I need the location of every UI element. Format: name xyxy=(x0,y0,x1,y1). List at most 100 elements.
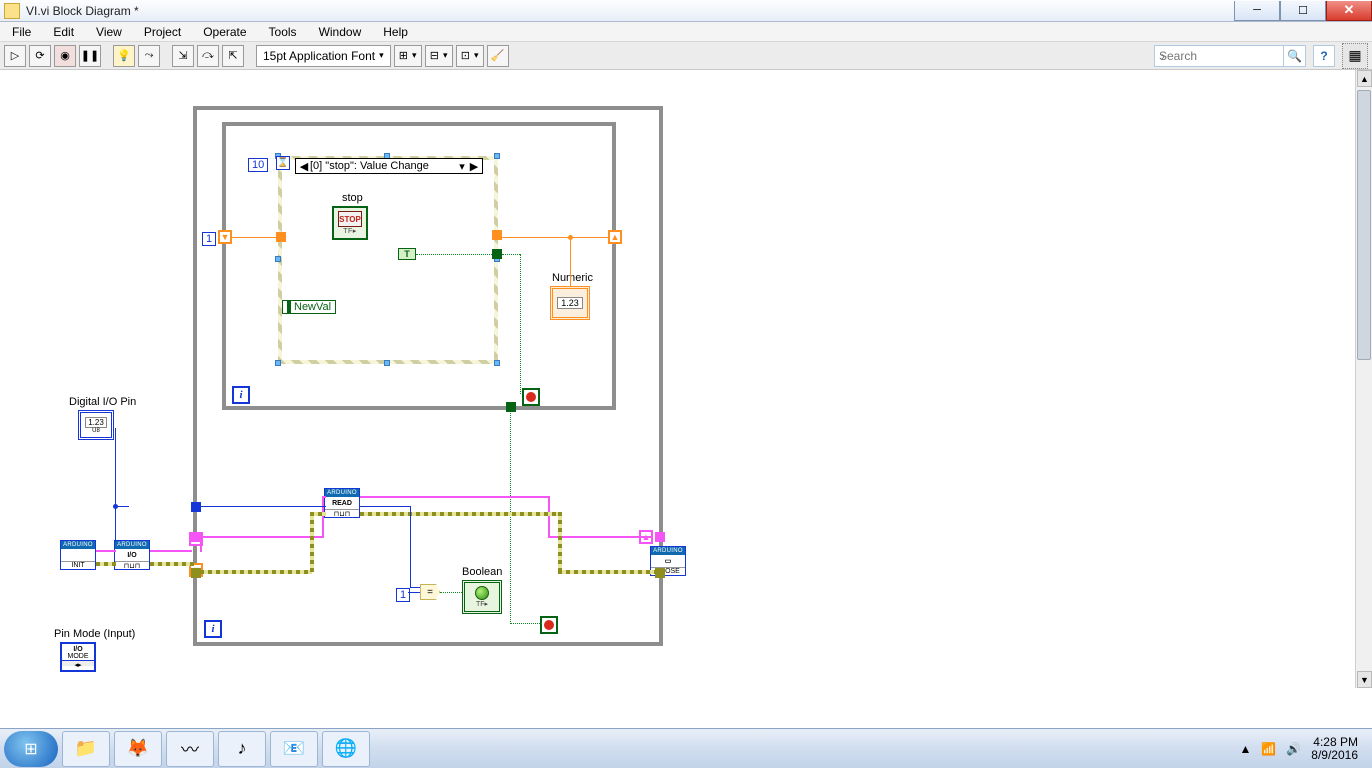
event-newval-terminal[interactable]: NewVal xyxy=(282,300,336,314)
step-out-button[interactable]: ⇱ xyxy=(222,45,244,67)
menu-edit[interactable]: Edit xyxy=(47,24,80,40)
event-timeout-terminal[interactable]: ⌛ xyxy=(276,156,290,170)
start-button[interactable]: ⊞ xyxy=(4,731,58,767)
outer-tunnel-err-right[interactable] xyxy=(655,568,665,578)
context-help-button[interactable]: ? xyxy=(1313,45,1335,67)
wire-error xyxy=(558,570,656,574)
event-next-icon[interactable]: ▶ xyxy=(468,160,480,173)
wire-resource xyxy=(548,536,652,538)
scroll-up-icon[interactable]: ▲ xyxy=(1357,70,1372,87)
boolean-indicator-label: Boolean xyxy=(462,566,502,578)
true-constant[interactable] xyxy=(398,248,416,260)
outer-tunnel-int[interactable] xyxy=(191,502,201,512)
search-icon[interactable] xyxy=(1284,45,1306,67)
numeric-indicator-label: Numeric xyxy=(552,272,593,284)
abort-button[interactable]: ◉ xyxy=(54,45,76,67)
selection-handle xyxy=(494,153,500,159)
inner-loop-iteration[interactable]: i xyxy=(232,386,250,404)
highlight-exec-button[interactable]: 💡 xyxy=(113,45,135,67)
step-over-button[interactable]: ⤼ xyxy=(197,45,219,67)
event-structure[interactable] xyxy=(278,156,498,364)
block-diagram-canvas[interactable]: i i 10 ⌛ ◀ [0] "stop": Value Change ▾ ▶ … xyxy=(0,70,1372,728)
minimize-button[interactable] xyxy=(1234,1,1280,21)
wire-bool xyxy=(440,592,462,593)
boolean-indicator-terminal[interactable]: TF▸ xyxy=(462,580,502,614)
menu-view[interactable]: View xyxy=(90,24,128,40)
event-dropdown-icon[interactable]: ▾ xyxy=(456,160,468,173)
run-cont-button[interactable]: ⟳ xyxy=(29,45,51,67)
event-timeout-const[interactable]: 10 xyxy=(248,158,268,172)
run-button[interactable]: ▷ xyxy=(4,45,26,67)
menu-operate[interactable]: Operate xyxy=(197,24,252,40)
inner-loop-stop[interactable] xyxy=(522,388,540,406)
outer-tunnel-pink-right[interactable] xyxy=(655,532,665,542)
tray-network-icon[interactable]: 📶 xyxy=(1261,742,1276,756)
close-button[interactable] xyxy=(1326,1,1372,21)
tray-clock[interactable]: 4:28 PM 8/9/2016 xyxy=(1311,736,1358,762)
event-tunnel-bool[interactable] xyxy=(492,249,502,259)
numeric-display-icon: 1.23 xyxy=(557,297,583,309)
taskbar-app[interactable]: 📁 xyxy=(62,731,110,767)
tf-icon: TF▸ xyxy=(476,600,488,608)
taskbar-app[interactable]: 🌐 xyxy=(322,731,370,767)
taskbar-app[interactable]: 〰 xyxy=(166,731,214,767)
scroll-down-icon[interactable]: ▼ xyxy=(1357,671,1372,688)
align-button[interactable]: ⊞ xyxy=(394,45,422,67)
retain-wire-button[interactable]: ⤳ xyxy=(138,45,160,67)
reorder-button[interactable]: ⊡ xyxy=(456,45,484,67)
chevron-icon: ◂▸ xyxy=(62,660,94,666)
wire-error xyxy=(310,512,326,516)
inner-sr-left[interactable]: ▼ xyxy=(218,230,232,244)
outer-loop-stop[interactable] xyxy=(540,616,558,634)
toolbar: ▷ ⟳ ◉ ❚❚ 💡 ⤳ ⇲ ⤼ ⇱ 15pt Application Font… xyxy=(0,42,1372,70)
menu-window[interactable]: Window xyxy=(313,24,368,40)
selection-handle xyxy=(275,360,281,366)
arduino-read-label: READ xyxy=(325,497,359,509)
equals-node[interactable]: = xyxy=(420,584,440,600)
menu-tools[interactable]: Tools xyxy=(263,24,303,40)
inner-sr-right[interactable]: ▲ xyxy=(608,230,622,244)
menu-help[interactable]: Help xyxy=(377,24,414,40)
app-icon xyxy=(4,3,20,19)
connector-pane-icon[interactable]: ▦ xyxy=(1342,43,1368,69)
equals-const[interactable]: 1 xyxy=(396,588,410,602)
event-prev-icon[interactable]: ◀ xyxy=(298,160,310,173)
window-controls xyxy=(1234,1,1372,21)
arduino-read-node[interactable]: ARDUINO READ ⊓⊔⊓ xyxy=(324,488,360,518)
event-tunnel-num[interactable] xyxy=(492,230,502,240)
font-selector[interactable]: 15pt Application Font xyxy=(256,45,391,67)
inner-sr-init-const[interactable]: 1 xyxy=(202,232,216,246)
scroll-thumb[interactable] xyxy=(1357,90,1371,360)
arduino-io-node[interactable]: ARDUINO I/O ⊓⊔⊓ xyxy=(114,540,150,570)
distribute-button[interactable]: ⊟ xyxy=(425,45,453,67)
pause-button[interactable]: ❚❚ xyxy=(79,45,101,67)
taskbar-app[interactable]: ♪ xyxy=(218,731,266,767)
taskbar: ⊞ 📁 🦊 〰 ♪ 📧 🌐 ▲ 📶 🔊 4:28 PM 8/9/2016 xyxy=(0,728,1372,768)
wire-int xyxy=(408,592,420,593)
digital-pin-terminal[interactable]: 1.23 U8 xyxy=(78,410,114,440)
event-case-selector[interactable]: ◀ [0] "stop": Value Change ▾ ▶ xyxy=(295,158,483,174)
wire-num xyxy=(570,237,571,287)
vertical-scrollbar[interactable]: ▲ ▼ xyxy=(1355,70,1372,688)
step-into-button[interactable]: ⇲ xyxy=(172,45,194,67)
taskbar-app[interactable]: 🦊 xyxy=(114,731,162,767)
pin-mode-terminal[interactable]: I/O MODE ◂▸ xyxy=(60,642,96,672)
wire-resource xyxy=(200,536,202,552)
maximize-button[interactable] xyxy=(1280,1,1326,21)
search-input[interactable] xyxy=(1154,45,1284,67)
inner-tunnel-bool[interactable] xyxy=(506,402,516,412)
tray-volume-icon[interactable]: 🔊 xyxy=(1286,742,1301,756)
cleanup-button[interactable]: 🧹 xyxy=(487,45,509,67)
arduino-init-node[interactable]: ARDUINO INIT xyxy=(60,540,96,570)
tray-flag-icon[interactable]: ▲ xyxy=(1239,742,1251,756)
wire-error xyxy=(200,570,312,574)
taskbar-app[interactable]: 📧 xyxy=(270,731,318,767)
wire-resource xyxy=(150,550,192,552)
wire-num xyxy=(232,237,278,238)
event-tunnel-num-left[interactable] xyxy=(276,232,286,242)
stop-control-terminal[interactable]: STOP TF▸ xyxy=(332,206,368,240)
numeric-indicator-terminal[interactable]: 1.23 xyxy=(550,286,590,320)
menu-file[interactable]: File xyxy=(6,24,37,40)
outer-loop-iteration[interactable]: i xyxy=(204,620,222,638)
menu-project[interactable]: Project xyxy=(138,24,187,40)
